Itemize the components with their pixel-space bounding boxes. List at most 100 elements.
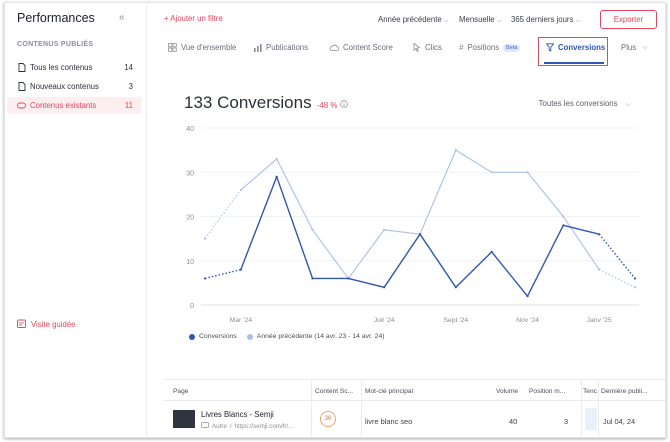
- chart-legend: Conversions Année précédente (14 avr. 23…: [189, 333, 395, 340]
- data-point: [383, 228, 386, 231]
- sidebar-item-existing-content[interactable]: Contenus existants 11: [7, 97, 141, 114]
- legend-swatch: [189, 333, 195, 340]
- hash-icon: #: [459, 43, 464, 52]
- data-point: [633, 277, 637, 280]
- tab-conversions[interactable]: Conversions: [546, 43, 605, 52]
- table-row[interactable]: Livres Blancs - Semji Autre / https://se…: [163, 402, 665, 437]
- column-header-content-score[interactable]: Content Sc...: [315, 388, 359, 395]
- column-header-position[interactable]: Position m...: [529, 388, 569, 395]
- filter-icon: [546, 43, 554, 52]
- tab-overview[interactable]: Vue d'ensemble: [168, 43, 236, 52]
- sidebar-section-label: CONTENUS PUBLIÉS: [17, 41, 94, 48]
- x-tick-label: Janv '25: [587, 317, 612, 324]
- period-compare-select[interactable]: Année précédente ⌵: [378, 15, 448, 25]
- tab-label: Conversions: [558, 43, 606, 52]
- trend-sparkline: [585, 408, 597, 430]
- date-range-select[interactable]: 365 derniers jours ⌵: [511, 15, 580, 25]
- y-tick-label: 40: [186, 126, 194, 133]
- data-point: [203, 237, 207, 240]
- column-header-trend[interactable]: Tenc: [583, 388, 597, 395]
- data-point: [275, 157, 278, 161]
- x-tick-label: Nov '24: [516, 317, 539, 324]
- column-header-main-keyword[interactable]: Mot-clé principal: [365, 388, 413, 395]
- tab-label: Publications: [266, 43, 309, 52]
- x-tick-label: Sept '24: [443, 317, 468, 324]
- series-line-conversions-end: [598, 233, 636, 279]
- tab-publications[interactable]: Publications: [254, 43, 308, 52]
- sidebar-item-new-content[interactable]: Nouveaux contenus 3: [7, 78, 141, 95]
- data-point: [275, 175, 278, 178]
- tab-label: Vue d'ensemble: [181, 43, 237, 52]
- cloud-icon: [329, 44, 339, 51]
- page-meta: Autre / https://semji.com/fr/...: [201, 422, 293, 430]
- legend-swatch: [246, 333, 253, 340]
- data-point: [239, 188, 242, 192]
- sidebar-title: Performances: [17, 11, 95, 25]
- legend-label: Conversions: [199, 333, 237, 340]
- tab-bar: Vue d'ensemble Publications Content Scor…: [148, 36, 665, 66]
- average-position: 3: [564, 417, 569, 426]
- data-point: [418, 233, 422, 236]
- refresh-icon: [17, 101, 26, 111]
- data-point: [598, 268, 601, 271]
- tab-content-score[interactable]: Content Score: [329, 43, 393, 52]
- granularity-value: Mensuelle: [459, 15, 495, 24]
- data-point: [347, 277, 350, 280]
- data-point: [490, 250, 493, 253]
- chevron-down-icon: ⌵: [575, 18, 581, 24]
- collapse-sidebar-icon[interactable]: «: [119, 12, 125, 23]
- column-header-volume[interactable]: Volume: [496, 388, 518, 395]
- conversions-line-chart: 0 10 20 30 40 Mar '24 Juil '24 Sept '24 Nov '24 J…: [186, 126, 639, 324]
- sidebar: Performances « CONTENUS PUBLIÉS Tous les…: [5, 3, 147, 437]
- legend-entry-previous-year: Année précédente (14 avr. 23 - 14 avr. 2…: [246, 333, 385, 340]
- chevron-down-icon: ⌵: [443, 18, 449, 24]
- series-line-previous-year-end: [598, 269, 636, 288]
- document-icon: [17, 63, 26, 73]
- legend-entry-conversions: Conversions: [189, 333, 237, 340]
- sidebar-item-all-content[interactable]: Tous les contenus 14: [7, 59, 141, 76]
- tab-clicks[interactable]: Clics: [413, 43, 442, 52]
- sidebar-item-label: Tous les contenus: [30, 63, 93, 72]
- y-tick-label: 20: [186, 215, 194, 222]
- page-url[interactable]: https://semji.com/fr/...: [235, 423, 294, 430]
- app-window: Performances « CONTENUS PUBLIÉS Tous les…: [4, 2, 666, 438]
- data-point: [311, 277, 314, 280]
- add-filter-button[interactable]: + Ajouter un filtre: [164, 14, 223, 23]
- export-button[interactable]: Exporter: [600, 10, 657, 29]
- y-tick-label: 10: [186, 259, 194, 266]
- page-type-icon: [201, 422, 209, 430]
- data-point: [598, 233, 601, 236]
- chevron-down-icon: ⌵: [642, 43, 648, 51]
- sidebar-item-count: 3: [128, 82, 133, 91]
- page-thumbnail: [173, 410, 195, 428]
- page-type: Autre: [212, 422, 227, 430]
- y-tick-label: 0: [190, 303, 194, 310]
- page-title[interactable]: Livres Blancs - Semji: [201, 410, 274, 419]
- x-tick-label: Mar '24: [230, 317, 253, 324]
- tab-label: Clics: [425, 43, 442, 52]
- data-point: [562, 215, 565, 218]
- sidebar-item-count: 14: [124, 63, 133, 72]
- data-point: [526, 171, 529, 174]
- data-point: [490, 171, 493, 174]
- column-header-page[interactable]: Page: [173, 388, 188, 395]
- document-icon: [17, 82, 26, 92]
- tab-positions[interactable]: # Positions Beta: [459, 43, 521, 52]
- cursor-icon: [413, 43, 421, 52]
- active-tab-underline: [544, 62, 604, 64]
- data-point: [562, 224, 565, 227]
- guided-tour-link[interactable]: Visite guidée: [17, 319, 76, 330]
- table-header-row: Page Content Sc... Mot-clé principal Vol…: [163, 379, 665, 401]
- chevron-down-icon: ⌵: [496, 18, 502, 24]
- beta-badge: Beta: [503, 43, 521, 52]
- main-keyword: livre blanc seo: [365, 417, 413, 426]
- granularity-select[interactable]: Mensuelle ⌵: [459, 15, 501, 25]
- guided-tour-label: Visite guidée: [31, 320, 76, 329]
- period-compare-value: Année précédente: [378, 15, 442, 24]
- series-line-previous-year-start: [204, 189, 242, 239]
- tab-more[interactable]: Plus ⌵: [621, 43, 647, 52]
- column-header-last-published[interactable]: Dernière publi...: [601, 388, 663, 395]
- date-range-value: 365 derniers jours: [511, 15, 574, 24]
- bar-chart-icon: [254, 43, 262, 52]
- tab-label: Content Score: [343, 43, 393, 52]
